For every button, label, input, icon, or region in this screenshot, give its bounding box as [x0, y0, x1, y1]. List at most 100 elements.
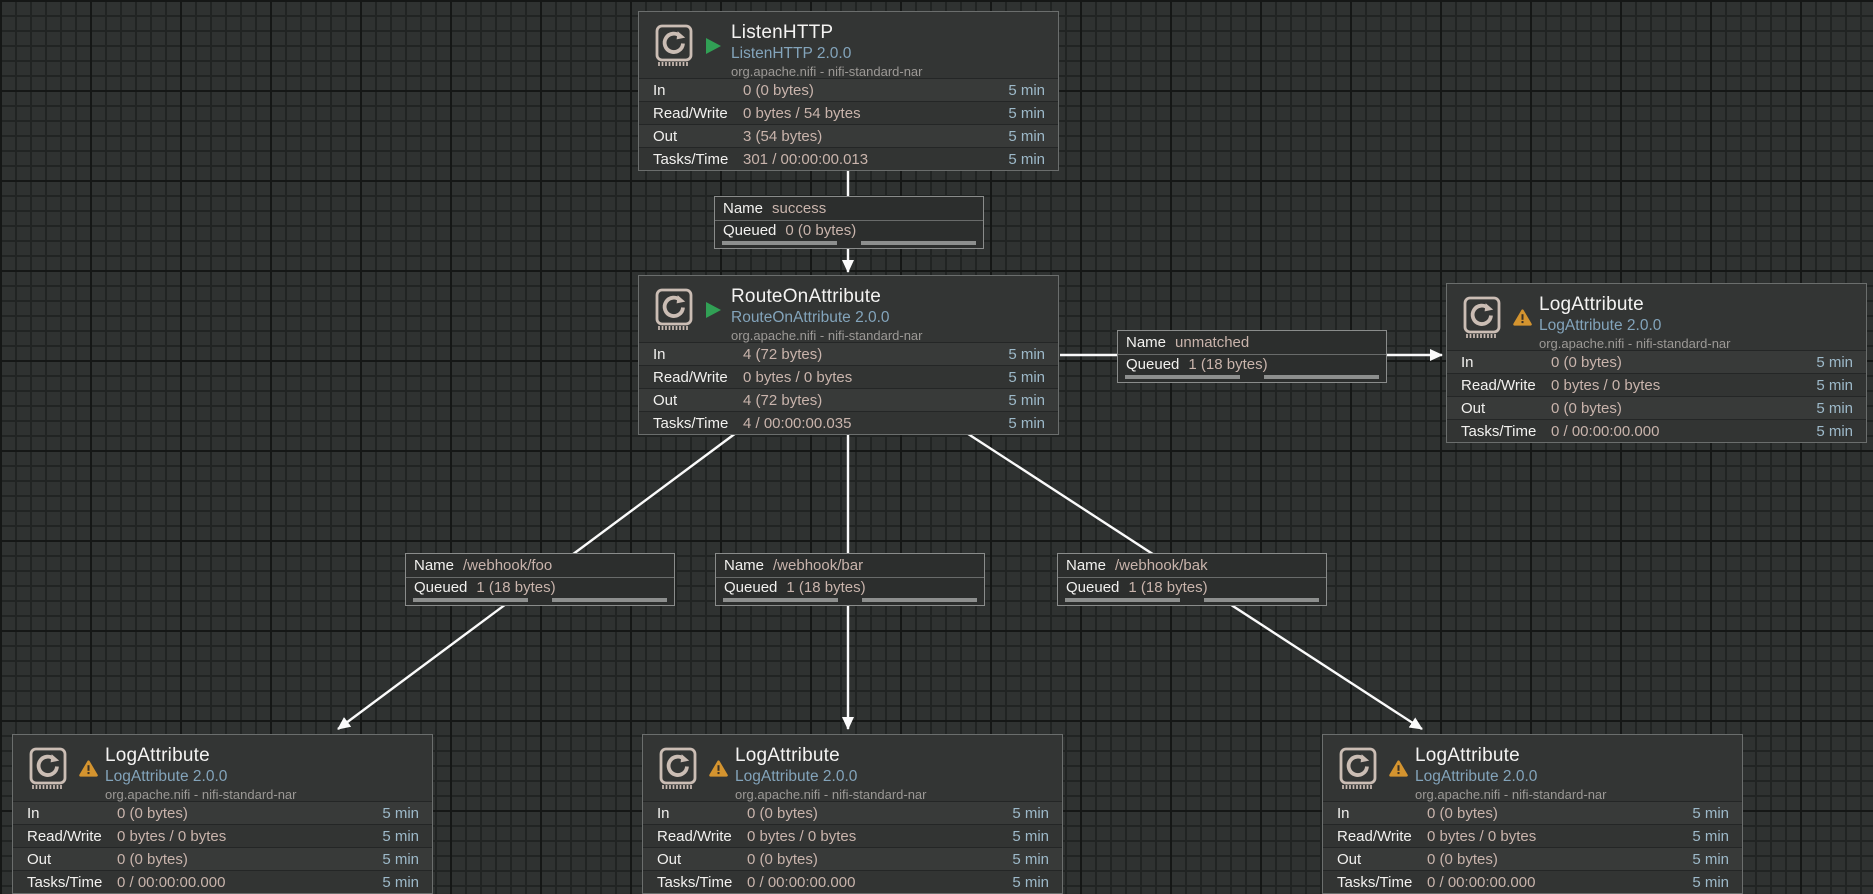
connection-queued-key: Queued	[723, 222, 776, 239]
processor-stamp-icon	[655, 745, 701, 793]
processor-name: ListenHTTP	[731, 21, 923, 44]
stat-row-tasks-time: Tasks/Time 0 / 00:00:00.000 5 min	[643, 870, 1062, 893]
connection-queued-key: Queued	[414, 579, 467, 596]
processor-stamp-icon	[651, 286, 697, 334]
stat-label: Read/Write	[639, 369, 743, 386]
stat-label: In	[639, 82, 743, 99]
processor-name: LogAttribute	[735, 744, 927, 767]
connection-name-row: Name unmatched	[1118, 331, 1386, 354]
stat-time-window: 5 min	[1692, 851, 1742, 868]
processor-stamp-icon	[1335, 745, 1381, 793]
stat-row-tasks-time: Tasks/Time 301 / 00:00:00.013 5 min	[639, 147, 1058, 170]
stat-time-window: 5 min	[1012, 805, 1062, 822]
processor-log-attribute-bottom-left[interactable]: LogAttribute LogAttribute 2.0.0 org.apac…	[12, 734, 433, 894]
processor-version: LogAttribute 2.0.0	[105, 767, 297, 786]
stat-value: 0 / 00:00:00.000	[747, 874, 1012, 891]
connection-queued-value: 0 (0 bytes)	[785, 222, 856, 239]
stat-time-window: 5 min	[1012, 828, 1062, 845]
stat-row-out: Out 0 (0 bytes) 5 min	[1447, 396, 1866, 419]
connection-queued-row: Queued 1 (18 bytes)	[1058, 577, 1326, 605]
processor-stats: In 0 (0 bytes) 5 min Read/Write 0 bytes …	[13, 801, 432, 893]
stat-row-out: Out 0 (0 bytes) 5 min	[13, 847, 432, 870]
stat-row-tasks-time: Tasks/Time 4 / 00:00:00.035 5 min	[639, 411, 1058, 434]
stat-time-window: 5 min	[1692, 874, 1742, 891]
stat-value: 4 / 00:00:00.035	[743, 415, 1008, 432]
stat-time-window: 5 min	[1012, 851, 1062, 868]
connection-queued-value: 1 (18 bytes)	[1188, 356, 1267, 373]
processor-bundle: org.apache.nifi - nifi-standard-nar	[1539, 335, 1731, 352]
processor-bundle: org.apache.nifi - nifi-standard-nar	[1415, 786, 1607, 803]
connection-queued-key: Queued	[1066, 579, 1119, 596]
stat-time-window: 5 min	[382, 828, 432, 845]
stat-time-window: 5 min	[1008, 369, 1058, 386]
stat-value: 4 (72 bytes)	[743, 392, 1008, 409]
stat-label: Out	[639, 392, 743, 409]
processor-log-attribute-bottom-right[interactable]: LogAttribute LogAttribute 2.0.0 org.apac…	[1322, 734, 1743, 894]
stat-time-window: 5 min	[1012, 874, 1062, 891]
connection-name-value: unmatched	[1175, 334, 1249, 351]
queue-size-indicator	[862, 598, 977, 602]
processor-route-on-attribute[interactable]: RouteOnAttribute RouteOnAttribute 2.0.0 …	[638, 275, 1059, 435]
processor-stamp-icon	[25, 745, 71, 793]
processor-header: ListenHTTP ListenHTTP 2.0.0 org.apache.n…	[639, 12, 1058, 78]
queue-size-indicator	[1204, 598, 1319, 602]
processor-name: LogAttribute	[105, 744, 297, 767]
connection-queued-key: Queued	[724, 579, 777, 596]
stat-label: Out	[639, 128, 743, 145]
stat-time-window: 5 min	[382, 851, 432, 868]
stat-label: In	[13, 805, 117, 822]
connection-webhook-bar[interactable]: Name /webhook/bar Queued 1 (18 bytes)	[715, 553, 985, 606]
stat-row-read-write: Read/Write 0 bytes / 0 bytes 5 min	[1447, 373, 1866, 396]
queue-count-indicator	[1065, 598, 1180, 602]
connection-webhook-foo[interactable]: Name /webhook/foo Queued 1 (18 bytes)	[405, 553, 675, 606]
stat-row-read-write: Read/Write 0 bytes / 0 bytes 5 min	[643, 824, 1062, 847]
processor-bundle: org.apache.nifi - nifi-standard-nar	[735, 786, 927, 803]
stat-value: 0 bytes / 0 bytes	[1551, 377, 1816, 394]
processor-name: RouteOnAttribute	[731, 285, 923, 308]
stat-row-tasks-time: Tasks/Time 0 / 00:00:00.000 5 min	[1447, 419, 1866, 442]
connection-success[interactable]: Name success Queued 0 (0 bytes)	[714, 196, 984, 249]
processor-stats: In 0 (0 bytes) 5 min Read/Write 0 bytes …	[1447, 350, 1866, 442]
stat-value: 0 / 00:00:00.000	[117, 874, 382, 891]
connection-queued-key: Queued	[1126, 356, 1179, 373]
connection-queued-value: 1 (18 bytes)	[476, 579, 555, 596]
stat-time-window: 5 min	[1008, 82, 1058, 99]
stat-value: 0 bytes / 0 bytes	[743, 369, 1008, 386]
stat-time-window: 5 min	[1008, 128, 1058, 145]
stat-time-window: 5 min	[1692, 805, 1742, 822]
connection-queued-value: 1 (18 bytes)	[786, 579, 865, 596]
stat-time-window: 5 min	[1008, 105, 1058, 122]
stat-value: 0 / 00:00:00.000	[1551, 423, 1816, 440]
connection-name-value: success	[772, 200, 826, 217]
stat-row-read-write: Read/Write 0 bytes / 0 bytes 5 min	[1323, 824, 1742, 847]
stat-value: 0 (0 bytes)	[1551, 400, 1816, 417]
processor-bundle: org.apache.nifi - nifi-standard-nar	[105, 786, 297, 803]
stat-label: In	[643, 805, 747, 822]
connection-name-key: Name	[1126, 334, 1166, 351]
connection-name-key: Name	[414, 557, 454, 574]
stat-time-window: 5 min	[1816, 377, 1866, 394]
stat-value: 0 (0 bytes)	[117, 851, 382, 868]
stat-row-tasks-time: Tasks/Time 0 / 00:00:00.000 5 min	[13, 870, 432, 893]
processor-header: LogAttribute LogAttribute 2.0.0 org.apac…	[13, 735, 432, 801]
stat-value: 0 (0 bytes)	[1427, 805, 1692, 822]
stat-label: Read/Write	[643, 828, 747, 845]
stat-row-read-write: Read/Write 0 bytes / 54 bytes 5 min	[639, 101, 1058, 124]
connection-name-row: Name /webhook/bak	[1058, 554, 1326, 577]
stat-row-in: In 0 (0 bytes) 5 min	[643, 802, 1062, 824]
processor-listen-http[interactable]: ListenHTTP ListenHTTP 2.0.0 org.apache.n…	[638, 11, 1059, 171]
running-status-icon	[705, 37, 722, 55]
connection-webhook-bak[interactable]: Name /webhook/bak Queued 1 (18 bytes)	[1057, 553, 1327, 606]
stat-label: Tasks/Time	[639, 415, 743, 432]
processor-stats: In 0 (0 bytes) 5 min Read/Write 0 bytes …	[1323, 801, 1742, 893]
stat-value: 0 bytes / 0 bytes	[117, 828, 382, 845]
connection-unmatched[interactable]: Name unmatched Queued 1 (18 bytes)	[1117, 330, 1387, 383]
processor-log-attribute-right[interactable]: LogAttribute LogAttribute 2.0.0 org.apac…	[1446, 283, 1867, 443]
processor-log-attribute-bottom-center[interactable]: LogAttribute LogAttribute 2.0.0 org.apac…	[642, 734, 1063, 894]
stat-label: In	[1447, 354, 1551, 371]
stat-value: 0 (0 bytes)	[747, 851, 1012, 868]
stat-row-out: Out 3 (54 bytes) 5 min	[639, 124, 1058, 147]
stat-row-in: In 0 (0 bytes) 5 min	[1323, 802, 1742, 824]
stat-label: Tasks/Time	[639, 151, 743, 168]
stat-label: Tasks/Time	[1447, 423, 1551, 440]
